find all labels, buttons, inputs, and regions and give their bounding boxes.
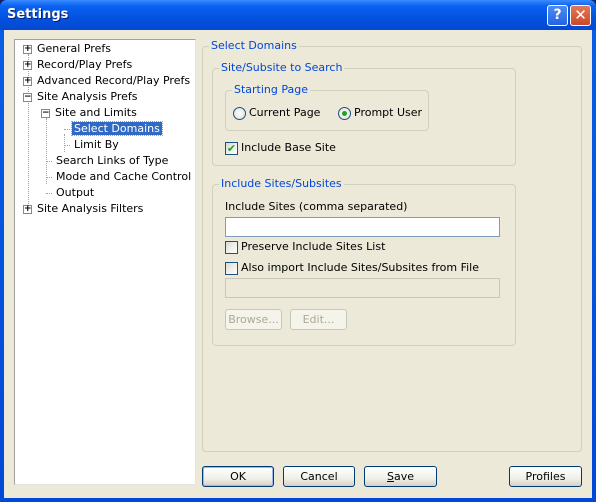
import-file-path-input[interactable] (225, 278, 500, 298)
settings-window: Settings ? ✕ + General Prefs + Record/Play… (0, 0, 596, 502)
site-subsite-group: Site/Subsite to Search Starting Page Cur… (212, 61, 516, 166)
browse-button[interactable]: Browse... (225, 309, 282, 330)
include-base-site-checkbox[interactable]: ✔ Include Base Site (225, 140, 336, 156)
save-button[interactable]: Save (364, 466, 437, 487)
checkbox[interactable] (225, 240, 238, 254)
tree-connector (46, 176, 52, 178)
help-button[interactable]: ? (547, 5, 568, 26)
radio-button[interactable] (233, 106, 246, 120)
preserve-include-sites-checkbox[interactable]: Preserve Include Sites List (225, 239, 385, 255)
tree-item-limit-by[interactable]: Limit By (64, 137, 121, 153)
tree-connector (64, 144, 70, 146)
radio-button-selected[interactable] (338, 106, 351, 120)
collapse-icon[interactable]: − (41, 108, 50, 118)
tree-item-select-domains[interactable]: Select Domains (64, 121, 163, 137)
profiles-button[interactable]: Profiles (509, 466, 582, 487)
tree-connector (46, 160, 52, 162)
tree-item-general-prefs[interactable]: + General Prefs (23, 41, 113, 57)
tree-item-site-and-limits[interactable]: − Site and Limits (41, 105, 139, 121)
settings-tree[interactable]: + General Prefs + Record/Play Prefs + Advan… (14, 39, 196, 485)
tree-item-record-play-prefs[interactable]: + Record/Play Prefs (23, 57, 134, 73)
check-icon[interactable]: ✔ (225, 141, 238, 155)
tree-item-site-analysis-prefs[interactable]: − Site Analysis Prefs (23, 89, 140, 105)
tree-connector (64, 128, 70, 130)
include-sites-label: Include Sites (comma separated) (225, 200, 408, 213)
starting-page-group: Starting Page Current Page Prompt User (225, 83, 429, 131)
window-title: Settings (7, 7, 69, 22)
radio-current-page[interactable]: Current Page (233, 105, 320, 121)
select-domains-panel: Select Domains Site/Subsite to Search St… (202, 39, 582, 452)
expand-icon[interactable]: + (23, 60, 32, 70)
expand-icon[interactable]: + (23, 76, 32, 86)
save-mnemonic: S (386, 470, 394, 483)
dialog-client: + General Prefs + Record/Play Prefs + Advan… (4, 30, 592, 498)
ok-button[interactable]: OK (202, 466, 274, 487)
tree-item-site-analysis-filters[interactable]: + Site Analysis Filters (23, 201, 145, 217)
title-bar[interactable]: Settings ? ✕ (0, 0, 596, 30)
starting-page-group-title: Starting Page (232, 83, 311, 96)
cancel-button[interactable]: Cancel (283, 466, 355, 487)
panel-title: Select Domains (209, 39, 299, 52)
tree-item-output[interactable]: Output (46, 185, 96, 201)
radio-prompt-user[interactable]: Prompt User (338, 105, 422, 121)
import-from-file-checkbox[interactable]: Also import Include Sites/Subsites from … (225, 260, 479, 276)
edit-button[interactable]: Edit... (290, 309, 347, 330)
collapse-icon[interactable]: − (23, 92, 32, 102)
save-label: ave (393, 470, 414, 483)
tree-item-mode-and-cache-control[interactable]: Mode and Cache Control (46, 169, 193, 185)
checkbox[interactable] (225, 261, 238, 275)
close-button[interactable]: ✕ (570, 5, 591, 26)
expand-icon[interactable]: + (23, 204, 32, 214)
tree-item-search-links-of-type[interactable]: Search Links of Type (46, 153, 170, 169)
expand-icon[interactable]: + (23, 44, 32, 54)
site-subsite-group-title: Site/Subsite to Search (219, 61, 345, 74)
include-sites-group-title: Include Sites/Subsites (219, 177, 344, 190)
tree-item-advanced-record-play-prefs[interactable]: + Advanced Record/Play Prefs (23, 73, 192, 89)
include-sites-input[interactable] (225, 217, 500, 237)
tree-connector (46, 192, 52, 194)
include-sites-group: Include Sites/Subsites Include Sites (co… (212, 177, 516, 346)
